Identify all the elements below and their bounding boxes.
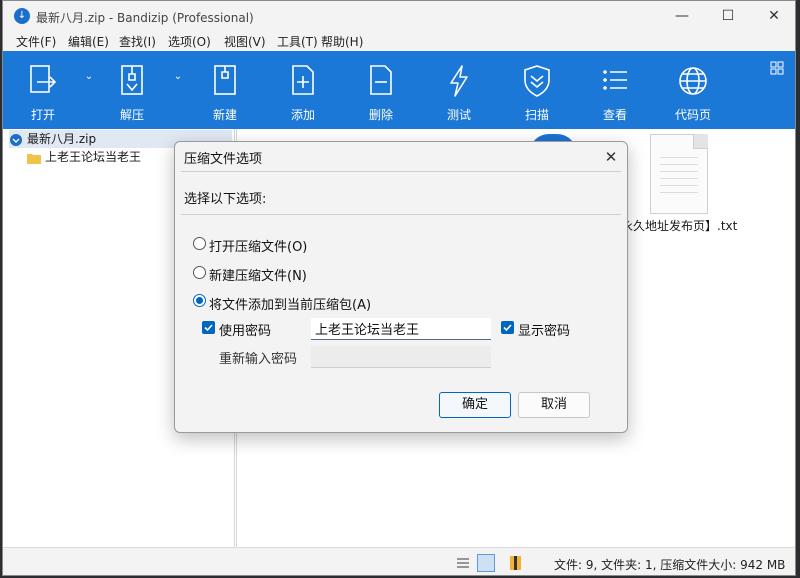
reenter-password-label: 重新输入密码 [219,352,298,367]
shield-icon [524,65,550,97]
test-button[interactable]: 测试 [427,51,491,129]
delete-button[interactable]: 删除 [349,51,413,129]
archive-options-dialog: 压缩文件选项 ✕ 选择以下选项: 打开压缩文件(O) 新建压缩文件(N) 将文件… [174,141,628,433]
menu-edit[interactable]: 编辑(E) [68,33,109,50]
menu-help[interactable]: 帮助(H) [321,33,363,50]
menu-file[interactable]: 文件(F) [16,33,56,50]
archive-info-icon[interactable] [507,554,525,572]
add-files-button[interactable]: 添加 [271,51,335,129]
view-button[interactable]: 查看 [583,51,647,129]
dialog-prompt: 选择以下选项: [184,192,267,207]
ok-button[interactable]: 确定 [439,392,511,418]
text-file-icon[interactable] [650,134,708,214]
radio-open-archive[interactable] [193,237,206,250]
reenter-password-input[interactable] [311,346,491,368]
dialog-close-button[interactable]: ✕ [601,147,621,167]
archive-icon [10,133,22,146]
new-archive-icon [214,65,236,95]
menu-options[interactable]: 选项(O) [168,33,211,50]
menu-tools[interactable]: 工具(T) [277,33,318,50]
show-password-checkbox[interactable] [501,321,514,334]
details-view-icon[interactable] [454,554,472,572]
thumbnail-view-icon[interactable] [477,554,495,572]
checkmark-icon [204,324,213,332]
password-input[interactable] [311,318,491,340]
close-button[interactable]: ✕ [751,1,795,31]
open-icon [30,65,57,93]
minimize-button[interactable]: — [659,1,705,31]
maximize-button[interactable]: ☐ [705,1,751,31]
file-name-label[interactable]: 永久地址发布页】.txt [621,217,737,234]
radio-add-to-archive[interactable] [193,294,206,307]
radio-new-archive[interactable] [193,266,206,279]
open-button[interactable]: 打开 [11,51,75,129]
use-password-checkbox[interactable] [202,321,215,334]
scan-button[interactable]: 扫描 [505,51,569,129]
codepage-button[interactable]: 代码页 [661,51,725,129]
extract-button[interactable]: 解压 [100,51,164,129]
layout-grid-icon[interactable] [770,61,784,75]
bandizip-logo-icon: ↓ [14,8,30,24]
dialog-title: 压缩文件选项 [184,152,263,167]
use-password-label[interactable]: 使用密码 [219,320,271,339]
show-password-label[interactable]: 显示密码 [518,320,570,339]
lightning-icon [450,65,468,97]
title-bar: ↓ 最新八月.zip - Bandizip (Professional) — ☐… [3,1,795,31]
list-view-icon [603,70,627,90]
new-archive-button[interactable]: 新建 [193,51,257,129]
tree-item-folder[interactable]: 上老王论坛当老王 [27,148,141,166]
folder-icon [27,153,41,164]
window-title: 最新八月.zip - Bandizip (Professional) [36,11,254,25]
status-text: 文件: 9, 文件夹: 1, 压缩文件大小: 942 MB [554,558,786,572]
menu-view[interactable]: 视图(V) [224,33,266,50]
open-dropdown-chevron-icon[interactable]: ⌄ [83,71,95,82]
checkmark-icon [503,324,512,332]
delete-file-icon [370,65,392,95]
menu-bar: 文件(F) 编辑(E) 查找(I) 选项(O) 视图(V) 工具(T) 帮助(H… [3,31,795,51]
radio-open-archive-label[interactable]: 打开压缩文件(O) [209,236,307,255]
globe-icon [679,67,707,95]
toolbar: 打开 ⌄ 解压 ⌄ 新建 添加 删除 测试 扫描 查看 代码页 [3,51,795,129]
radio-new-archive-label[interactable]: 新建压缩文件(N) [209,265,307,284]
extract-dropdown-chevron-icon[interactable]: ⌄ [172,71,184,82]
divider [181,171,621,172]
radio-add-to-archive-label[interactable]: 将文件添加到当前压缩包(A) [209,294,371,313]
add-file-icon [292,65,314,95]
divider [181,214,621,215]
extract-icon [121,65,143,95]
menu-find[interactable]: 查找(I) [119,33,156,50]
status-bar: 文件: 9, 文件夹: 1, 压缩文件大小: 942 MB [3,547,795,575]
cancel-button[interactable]: 取消 [518,392,590,418]
